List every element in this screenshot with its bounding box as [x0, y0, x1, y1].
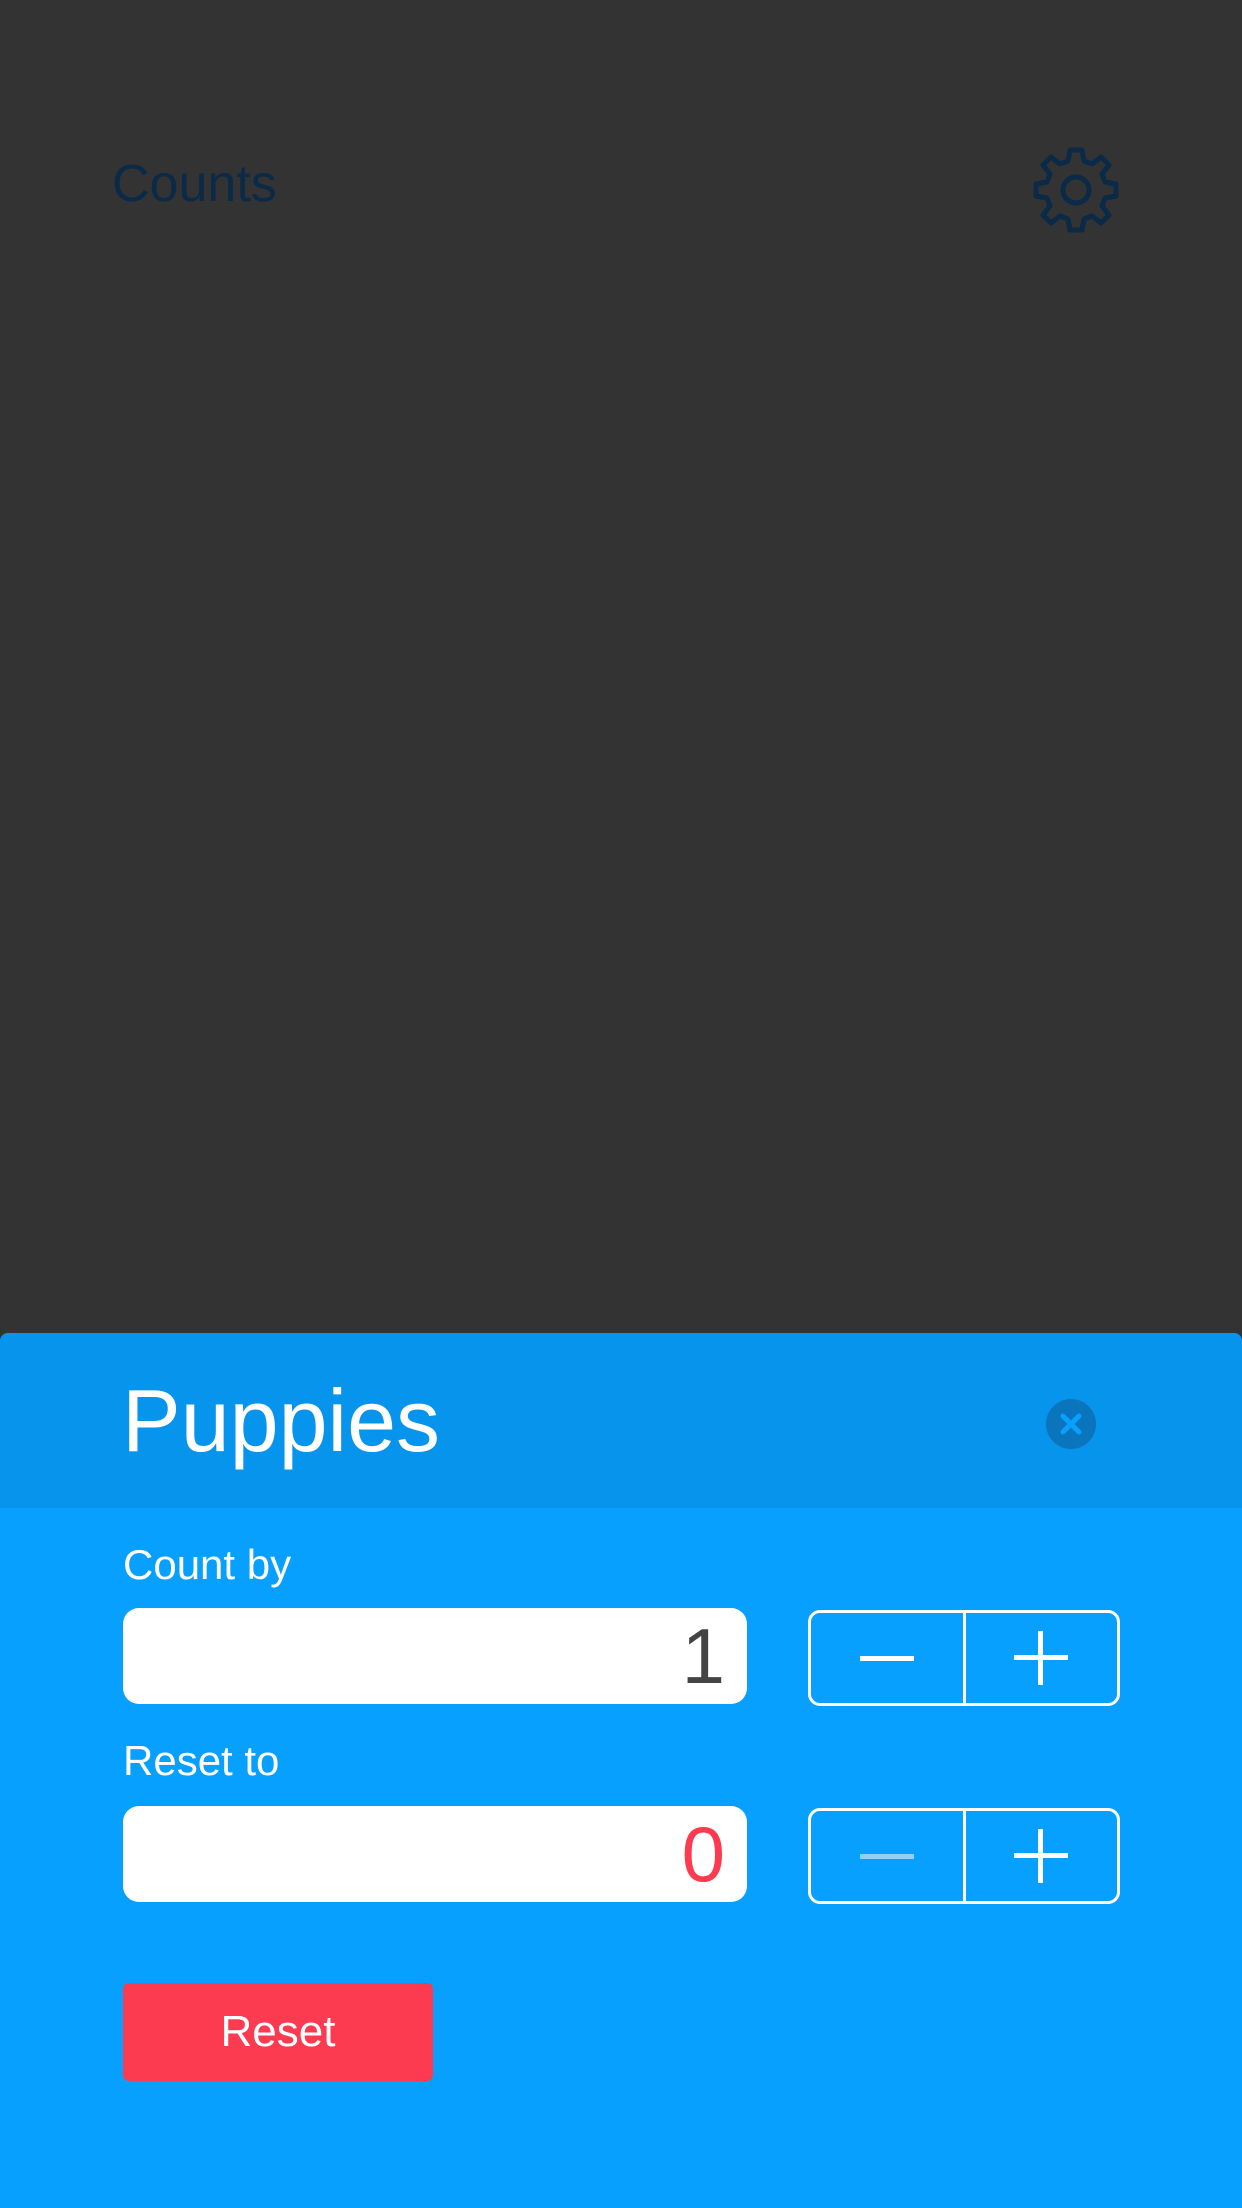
page-title: Counts — [112, 155, 277, 213]
sheet-header: Puppies — [0, 1333, 1242, 1508]
close-icon[interactable] — [1046, 1399, 1096, 1449]
reset-to-increment-button[interactable] — [962, 1811, 1118, 1901]
counter-name-title: Puppies — [122, 1371, 441, 1470]
count-by-label: Count by — [123, 1541, 292, 1588]
reset-to-label: Reset to — [123, 1737, 280, 1784]
reset-to-stepper — [808, 1808, 1120, 1904]
reset-to-field[interactable]: 0 — [123, 1806, 747, 1902]
plus-icon — [1014, 1631, 1069, 1685]
counter-settings-sheet: Puppies Count by 1 Reset to 0 Reset — [0, 1333, 1242, 2208]
count-by-stepper — [808, 1610, 1120, 1706]
count-by-increment-button[interactable] — [962, 1613, 1118, 1703]
plus-icon — [1014, 1829, 1069, 1883]
reset-to-decrement-button[interactable] — [811, 1811, 963, 1901]
app-screen: Counts Puppies Count by 1 Reset to 0 Res… — [0, 0, 1242, 2208]
reset-button[interactable]: Reset — [123, 1983, 433, 2081]
gear-icon[interactable] — [1030, 144, 1122, 236]
count-by-decrement-button[interactable] — [811, 1613, 963, 1703]
count-by-field[interactable]: 1 — [123, 1608, 747, 1704]
minus-icon — [859, 1655, 914, 1661]
minus-icon — [859, 1853, 914, 1859]
